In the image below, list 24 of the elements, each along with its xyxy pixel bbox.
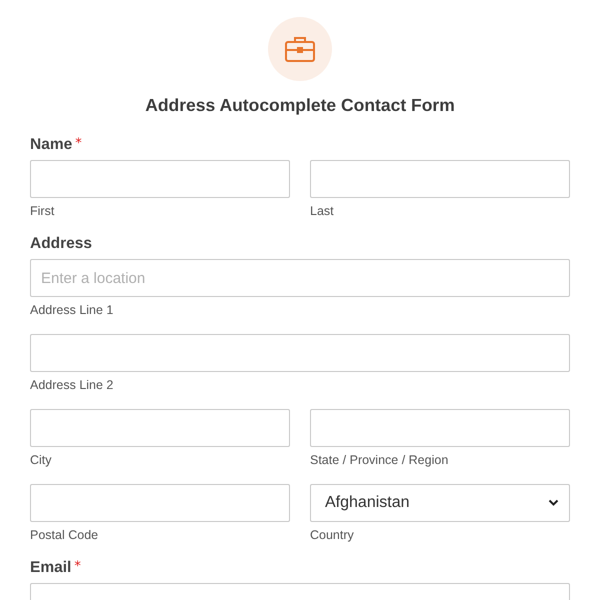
briefcase-icon	[284, 35, 316, 63]
sublabel: Last	[310, 204, 335, 218]
text-field[interactable]	[30, 160, 290, 198]
field-label: Email	[30, 559, 72, 577]
sublabel: Address Line 1	[30, 303, 114, 317]
sublabel: State / Province / Region	[310, 453, 450, 467]
field-label: Address	[30, 235, 92, 253]
sublabel: First	[30, 204, 56, 218]
text-field[interactable]	[30, 409, 290, 447]
text-field[interactable]	[30, 484, 290, 522]
text-field[interactable]	[30, 334, 570, 372]
sublabel: City	[30, 453, 53, 467]
sublabel: Address Line 2	[30, 378, 114, 392]
country-select[interactable]: Afghanistan	[310, 484, 570, 522]
required-mark: *	[74, 559, 81, 574]
text-field[interactable]	[310, 160, 570, 198]
chevron-down-icon	[548, 499, 559, 507]
required-mark: *	[75, 136, 82, 151]
text-field[interactable]: Enter a location	[30, 259, 570, 297]
field-label: Name	[30, 136, 72, 154]
sublabel: Country	[310, 528, 355, 542]
text-field[interactable]	[310, 409, 570, 447]
form-title: Address Autocomplete Contact Form	[145, 95, 455, 116]
sublabel: Postal Code	[30, 528, 100, 542]
